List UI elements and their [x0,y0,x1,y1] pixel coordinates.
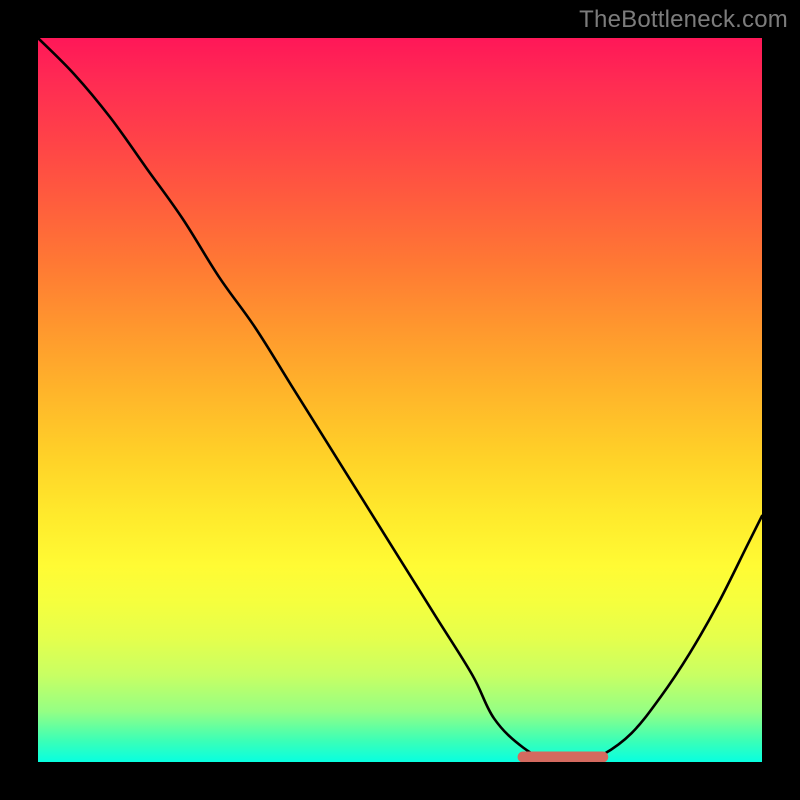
watermark-text: TheBottleneck.com [579,6,788,34]
chart-frame: TheBottleneck.com [0,0,800,800]
plot-area [38,38,762,762]
gradient-background [38,38,762,762]
